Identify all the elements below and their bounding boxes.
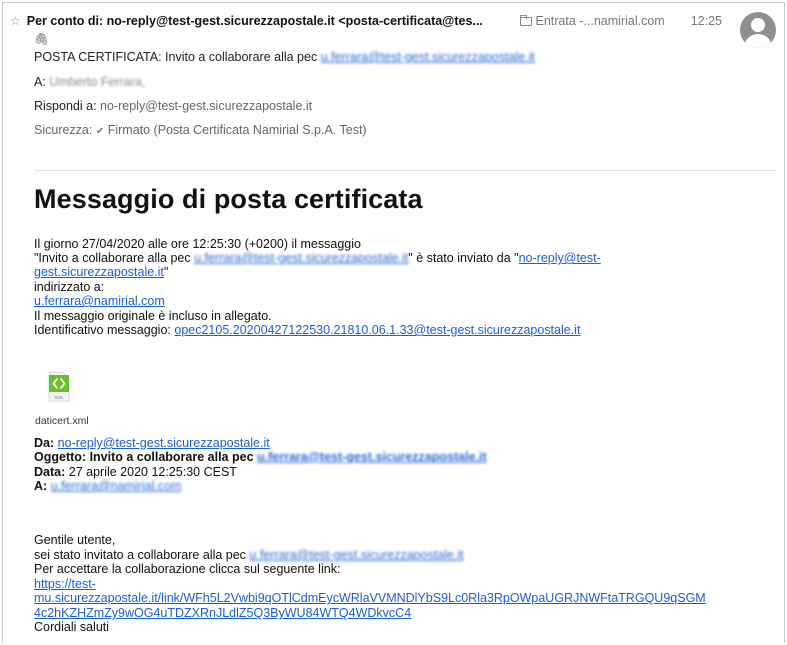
email-viewer: ☆ Per conto di: no-reply@test-gest.sicur… [2,2,785,643]
header-divider [34,170,776,171]
mailbox-name: Entrata -...namirial.com [535,14,665,28]
fwd-subject-email-redacted[interactable]: u.ferrara@test-gest.sicurezzapostale.it [257,450,487,465]
fwd-subject-row: Oggetto: Invito a collaborare alla pec u… [34,450,487,465]
accept-link-part-2[interactable]: mu.sicurezzapostale.it/link/WFh5L2Vwbi9q… [34,591,706,605]
xml-file-icon-label: XML [54,395,64,400]
security-value[interactable]: Firmato (Posta Certificata Namirial S.p.… [108,123,367,137]
to-value-redacted[interactable]: Umberto Ferrara, [49,75,145,89]
body-line-2-sent-by: " è stato inviato da " [408,251,519,265]
body-line-2: "Invito a collaborare alla pec u.ferrara… [34,251,601,266]
folder-icon [519,14,532,26]
avatar-body [745,34,771,48]
greeting: Gentile utente, [34,533,116,547]
message-title: Messaggio di posta certificata [34,184,423,214]
avatar-head [751,18,765,32]
to-label: A: [34,75,46,89]
fwd-to-email-redacted[interactable]: u.ferrara@namirial.com [51,479,182,494]
accept-line: Per accettare la collaborazione clicca s… [34,562,341,576]
message-id-link[interactable]: opec2105.20200427122530.21810.06.1.33@te… [174,323,580,337]
accept-link-part-1[interactable]: https://test- [34,577,96,591]
reply-to-label: Rispondi a: [34,99,97,113]
invite-line: sei stato invitato a collaborare alla pe… [34,548,464,563]
fwd-from-link[interactable]: no-reply@test-gest.sicurezzapostale.it [58,436,270,450]
body-line-6: Il messaggio originale è incluso in alle… [34,309,272,323]
fwd-subject-text: Invito a collaborare alla pec [89,450,254,464]
recipient-link[interactable]: u.ferrara@namirial.com [34,294,165,308]
security-row: Sicurezza: ✔ Firmato (Posta Certificata … [34,123,367,137]
accept-link-part-3[interactable]: 4c2hKZHZmZy9wOG4uTDZXRnJLdlZ5Q3ByWU84WTQ… [34,606,411,620]
fwd-from-label: Da: [34,436,55,450]
fwd-date-row: Data: 27 aprile 2020 12:25:30 CEST [34,465,237,480]
attachment-clip-icon: 🖇︎ [34,32,50,46]
body-line-1: Il giorno 27/04/2020 alle ore 12:25:30 (… [34,237,361,251]
avatar[interactable] [740,12,776,48]
xml-file-icon[interactable]: XML [48,371,70,402]
body-line-4: indirizzato a: [34,280,105,294]
fwd-subject-label: Oggetto: [34,450,87,464]
sender-link-cont[interactable]: gest.sicurezzapostale.it [34,265,164,279]
subject-row: POSTA CERTIFICATA: Invito a collaborare … [34,50,535,64]
fwd-from-row: Da: no-reply@test-gest.sicurezzapostale.… [34,436,270,451]
accept-link-2: mu.sicurezzapostale.it/link/WFh5L2Vwbi9q… [34,591,706,606]
fwd-to-row: A: u.ferrara@namirial.com [34,479,181,494]
reply-to-row: Rispondi a: no-reply@test-gest.sicurezza… [34,99,312,113]
body-line-3: gest.sicurezzapostale.it" [34,265,168,280]
invite-email-redacted[interactable]: u.ferrara@test-gest.sicurezzapostale.it [249,548,463,563]
body-line-7: Identificativo messaggio: opec2105.20200… [34,323,580,338]
body-line-5: u.ferrara@namirial.com [34,294,165,309]
message-id-label: Identificativo messaggio: [34,323,171,337]
subject-email-redacted[interactable]: u.ferrara@test-gest.sicurezzapostale.it [321,50,535,64]
fwd-date-value: 27 aprile 2020 12:25:30 CEST [68,465,237,479]
invite-text: sei stato invitato a collaborare alla pe… [34,548,246,562]
accept-link-3: 4c2hKZHZmZy9wOG4uTDZXRnJLdlZ5Q3ByWU84WTQ… [34,606,411,621]
received-time: 12:25 [690,14,722,28]
email-header-row: ☆ Per conto di: no-reply@test-gest.sicur… [10,12,722,30]
to-row: A: Umberto Ferrara, [34,75,145,89]
mailbox-label[interactable]: Entrata -...namirial.com [519,14,665,28]
signed-check-icon: ✔ [95,126,105,137]
reply-to-value[interactable]: no-reply@test-gest.sicurezzapostale.it [100,99,312,113]
subject-text: POSTA CERTIFICATA: Invito a collaborare … [34,50,318,64]
security-label: Sicurezza: [34,123,93,137]
pec-email-redacted[interactable]: u.ferrara@test-gest.sicurezzapostale.it [194,251,408,266]
star-icon[interactable]: ☆ [10,14,21,28]
sender-link[interactable]: no-reply@test- [519,251,601,265]
attachment-name[interactable]: daticert.xml [35,415,89,427]
sender[interactable]: Per conto di: no-reply@test-gest.sicurez… [27,14,496,28]
quote-close: " [163,265,169,279]
fwd-date-label: Data: [34,465,66,479]
body-line-2-text: "Invito a collaborare alla pec [34,251,191,265]
closing: Cordiali saluti [34,620,110,634]
accept-link-1: https://test- [34,577,96,592]
fwd-to-label: A: [34,479,48,493]
